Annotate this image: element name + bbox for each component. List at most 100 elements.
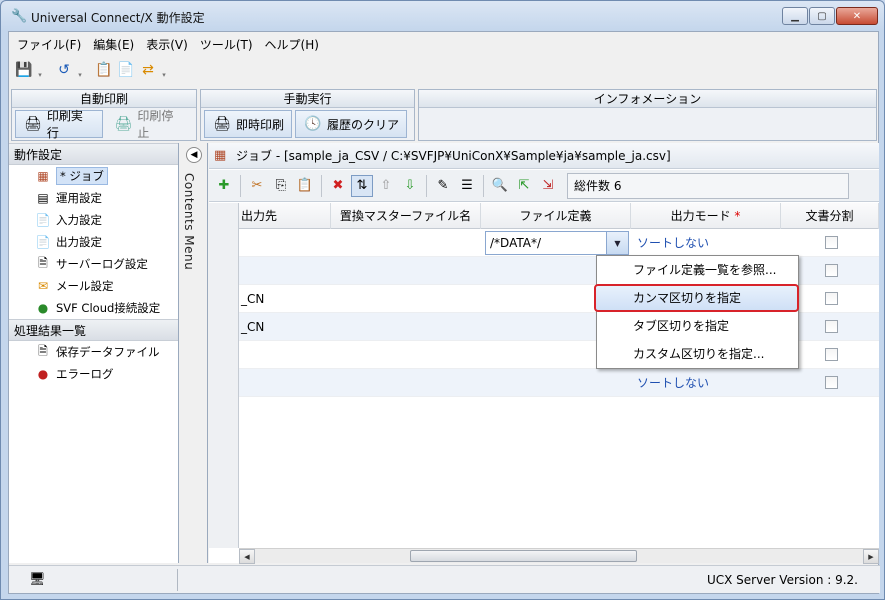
column-header-mode[interactable]: 出力モード * [631, 203, 781, 229]
refresh-icon[interactable]: ↺ [53, 59, 75, 81]
cut-icon[interactable]: ✂ [246, 175, 268, 197]
cell-master[interactable] [331, 229, 481, 257]
cell-dest[interactable] [239, 341, 331, 369]
paste-icon[interactable]: 📋 [294, 175, 316, 197]
import-dropdown-icon[interactable]: ▾ [159, 59, 169, 81]
file-definition-value[interactable]: /*DATA*/ [486, 232, 606, 254]
nav-item-error-log[interactable]: ● エラーログ [9, 363, 178, 385]
nav-item-output-label: 出力設定 [56, 235, 102, 249]
split-checkbox[interactable] [824, 292, 838, 305]
move-up-icon[interactable]: ⇧ [375, 175, 397, 197]
scroll-left-icon[interactable]: ◀ [239, 549, 255, 564]
menu-item-custom-delimited[interactable]: カスタム区切りを指定... [597, 340, 798, 368]
menu-edit[interactable]: 編集(E) [87, 32, 140, 54]
cell-def[interactable] [481, 369, 631, 397]
clear-history-label: 履歴のクリア [327, 117, 400, 132]
split-checkbox[interactable] [824, 376, 838, 389]
scroll-thumb[interactable] [410, 550, 637, 562]
nav-item-server-log-label: サーバーログ設定 [56, 257, 148, 271]
split-checkbox[interactable] [824, 320, 838, 333]
cell-mode[interactable]: ソートしない [631, 369, 781, 397]
nav-item-input-label: 入力設定 [56, 213, 102, 227]
nav-item-svf-cloud[interactable]: ● SVF Cloud接続設定 [9, 297, 178, 319]
edit-icon[interactable]: ✎ [432, 175, 454, 197]
dropdown-arrow-icon[interactable]: ▼ [606, 232, 628, 254]
clear-history-button[interactable]: 🕓 履歴のクリア [295, 110, 408, 138]
move-down-icon[interactable]: ⇩ [399, 175, 421, 197]
cell-dest[interactable] [239, 229, 331, 257]
split-checkbox[interactable] [824, 348, 838, 361]
file-definition-editor[interactable]: /*DATA*/ ▼ [485, 231, 629, 255]
contents-menu-label[interactable]: Contents Menu [182, 173, 196, 270]
export-icon[interactable]: 📄 [115, 59, 137, 81]
collapse-panel-button[interactable]: ◀ [186, 147, 202, 163]
error-icon: ● [37, 367, 49, 381]
cell-master[interactable] [331, 285, 481, 313]
print-start-button[interactable]: 🖨 印刷実行 [15, 109, 103, 140]
menu-help[interactable]: ヘルプ(H) [259, 32, 325, 54]
nav-item-operation[interactable]: ▤ 運用設定 [9, 187, 178, 209]
save-dropdown-icon[interactable]: ▾ [35, 59, 45, 81]
refresh-dropdown-icon[interactable]: ▾ [75, 59, 85, 81]
cell-dest[interactable] [239, 257, 331, 285]
maximize-button[interactable]: ▢ [809, 7, 835, 25]
nav-item-output[interactable]: 📄 出力設定 [9, 231, 178, 253]
column-header-dest[interactable]: 出力先 [239, 203, 331, 229]
cell-master[interactable] [331, 341, 481, 369]
menu-item-comma-delimited[interactable]: カンマ区切りを指定 [594, 284, 799, 312]
command-band: 自動印刷 🖨 印刷実行 🖨 印刷停止 手動実行 🖨 即時印刷 🕓 履歴のクリア … [11, 89, 877, 141]
export-icon[interactable]: ⇱ [513, 175, 535, 197]
contents-menu-strip: ◀ Contents Menu [180, 143, 208, 563]
cell-master[interactable] [331, 369, 481, 397]
print-now-button[interactable]: 🖨 即時印刷 [204, 110, 293, 138]
delete-icon[interactable]: ✖ [327, 175, 349, 197]
column-header-split[interactable]: 文書分割 [781, 203, 879, 229]
menu-item-browse-definitions[interactable]: ファイル定義一覧を参照... [597, 256, 798, 284]
copy-icon[interactable]: ⎘ [270, 175, 292, 197]
print-stop-button[interactable]: 🖨 印刷停止 [106, 109, 194, 140]
split-checkbox[interactable] [824, 236, 838, 249]
add-icon[interactable]: ✚ [213, 175, 235, 197]
import-icon[interactable]: ⇲ [537, 175, 559, 197]
import-icon[interactable]: ⇄ [137, 59, 159, 81]
cell-master[interactable] [331, 257, 481, 285]
menu-file[interactable]: ファイル(F) [11, 32, 87, 54]
nav-item-saved-data[interactable]: 🗎 保存データファイル [9, 341, 178, 363]
horizontal-scrollbar[interactable]: ◀ ▶ [239, 548, 879, 564]
split-checkbox[interactable] [824, 264, 838, 277]
column-header-mode-label: 出力モード [670, 209, 731, 223]
row-header-column [209, 203, 239, 548]
calendar-icon: ▦ [214, 148, 227, 163]
cell-master[interactable] [331, 313, 481, 341]
cell-dest[interactable]: _CN [239, 285, 331, 313]
window-title: Universal Connect/X 動作設定 [31, 11, 205, 25]
search-icon[interactable]: 🔍 [489, 175, 511, 197]
close-button[interactable]: ✕ [836, 7, 878, 25]
menu-tools[interactable]: ツール(T) [194, 32, 259, 54]
clipboard-icon[interactable]: 📋 [93, 59, 115, 81]
column-header-master[interactable]: 置換マスターファイル名 [331, 203, 481, 229]
nav-item-input[interactable]: 📄 入力設定 [9, 209, 178, 231]
sort-icon[interactable]: ⇅ [351, 174, 373, 197]
cell-dest[interactable]: _CN [239, 313, 331, 341]
list-icon[interactable]: ☰ [456, 175, 478, 197]
save-icon[interactable]: 💾 [13, 59, 35, 81]
menu-item-tab-delimited[interactable]: タブ区切りを指定 [597, 312, 798, 340]
job-header-text: ジョブ - [sample_ja_CSV / C:¥SVFJP¥UniConX¥… [236, 149, 671, 163]
table-header: 出力先 置換マスターファイル名 ファイル定義 出力モード * 文書分割 [239, 203, 879, 229]
group-info: インフォメーション [418, 89, 877, 141]
scroll-right-icon[interactable]: ▶ [863, 549, 879, 564]
table-row[interactable]: ソートしない [239, 369, 879, 397]
cell-mode[interactable]: ソートしない [631, 229, 781, 257]
menu-view[interactable]: 表示(V) [140, 32, 194, 54]
document-output-icon: 📄 [35, 235, 51, 249]
nav-item-job[interactable]: ▦ * ジョブ [9, 165, 178, 187]
minimize-button[interactable]: ▁ [782, 7, 808, 25]
nav-item-mail[interactable]: ✉ メール設定 [9, 275, 178, 297]
cloud-icon: ● [37, 301, 49, 315]
nav-item-server-log[interactable]: 🗎 サーバーログ設定 [9, 253, 178, 275]
left-navigation: 動作設定 ▦ * ジョブ ▤ 運用設定 📄 入力設定 📄 出力設定 🗎 サーバー… [9, 143, 179, 563]
nav-item-svf-cloud-label: SVF Cloud接続設定 [56, 301, 161, 315]
cell-dest[interactable] [239, 369, 331, 397]
column-header-def[interactable]: ファイル定義 [481, 203, 631, 229]
